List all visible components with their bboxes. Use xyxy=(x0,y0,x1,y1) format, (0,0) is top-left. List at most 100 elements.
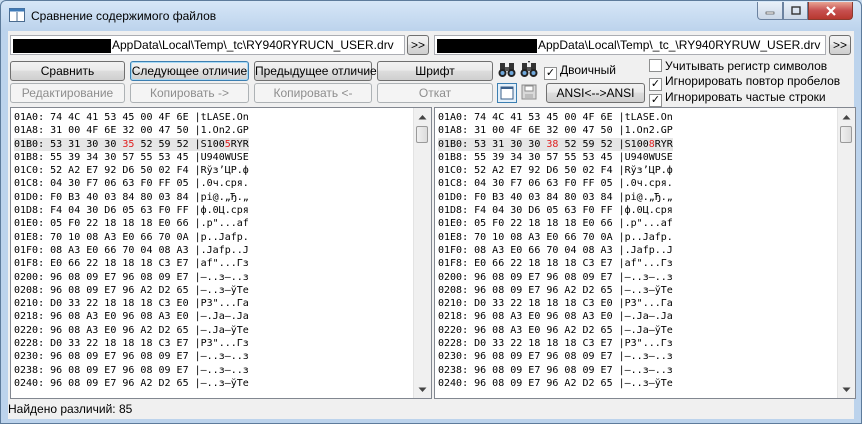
right-hex-lines: 01A0: 74 4C 41 53 45 00 4F 6E |tLASE.On 0… xyxy=(438,111,673,390)
prev-diff-button[interactable]: Предыдущее отличие xyxy=(254,61,377,81)
binary-checkbox[interactable]: ✓ Двоичный xyxy=(544,64,616,80)
hex-line: 01A0: 74 4C 41 53 45 00 4F 6E |tLASE.On xyxy=(14,112,249,123)
diff-byte: 35 xyxy=(122,138,135,150)
scroll-thumb[interactable] xyxy=(840,126,852,143)
ignore-lines-label: Игнорировать частые строки xyxy=(665,90,826,104)
case-checkbox[interactable]: Учитывать регистр символов xyxy=(649,59,827,73)
scroll-thumb[interactable] xyxy=(416,126,428,143)
close-button[interactable] xyxy=(808,2,853,20)
copy-left-button[interactable]: Копировать <- xyxy=(254,83,372,103)
view-icon xyxy=(500,86,514,100)
edit-button[interactable]: Редактирование xyxy=(10,83,125,103)
redacted-text xyxy=(437,38,537,53)
binoculars-prev-icon xyxy=(520,61,538,77)
right-path-text: AppData\Local\Temp\_tc_\RY940RYRUW_USER.… xyxy=(538,38,821,52)
hex-line: 01B0: 53 31 30 30 35 52 59 52 |S1005RYR xyxy=(14,137,249,151)
revert-button[interactable]: Откат xyxy=(377,83,493,103)
hex-line: 01E8: 70 10 08 A3 E0 66 70 0A |p..Јаfp. xyxy=(438,231,673,243)
scroll-up-icon[interactable] xyxy=(414,108,431,125)
left-path-text: AppData\Local\Temp\_tc\RY940RYRUCN_USER.… xyxy=(112,38,394,52)
case-label: Учитывать регистр символов xyxy=(665,59,828,73)
right-scrollbar[interactable] xyxy=(837,108,855,398)
diff-byte: 38 xyxy=(546,138,559,150)
hex-line: 0220: 96 08 A3 E0 96 A2 D2 65 |–.Ја–ўТe xyxy=(14,324,249,336)
maximize-icon xyxy=(790,6,801,15)
save-icon xyxy=(521,84,537,100)
left-path-field[interactable]: AppData\Local\Temp\_tc\RY940RYRUCN_USER.… xyxy=(10,35,405,55)
hex-line: 01C8: 04 30 F7 06 63 F0 FF 05 |.0ч.cря. xyxy=(14,178,249,190)
title-bar: Сравнение содержимого файлов xyxy=(1,1,861,31)
left-hex-lines: 01A0: 74 4C 41 53 45 00 4F 6E |tLASE.On 0… xyxy=(14,111,249,390)
hex-segment: 52 59 52 |S100 xyxy=(134,138,225,150)
hex-line: 0228: D0 33 22 18 18 18 C3 E7 |Р3"...Гз xyxy=(438,338,673,350)
scroll-down-icon[interactable] xyxy=(414,381,431,398)
left-browse-button[interactable]: >> xyxy=(407,35,429,55)
hex-line: 01B0: 53 31 30 30 38 52 59 52 |S1008RYR xyxy=(438,137,673,151)
hex-line: 01C0: 52 A2 E7 92 D6 50 02 F4 |Rўз’ЦР.ф xyxy=(438,165,673,177)
checkmark-icon: ✓ xyxy=(649,94,662,107)
hex-line: 01D0: F0 B3 40 03 84 80 03 84 |рі@.„Ђ.„ xyxy=(14,191,249,203)
hex-line: 0230: 96 08 09 E7 96 08 09 E7 |–..з–..з xyxy=(438,351,673,363)
hex-line: 01A8: 31 00 4F 6E 32 00 47 50 |1.On2.GP xyxy=(14,125,249,137)
right-browse-button[interactable]: >> xyxy=(829,35,851,55)
hex-line: 01D8: F4 04 30 D6 05 63 F0 FF |ф.0Ц.cря xyxy=(438,205,673,217)
hex-line: 01C8: 04 30 F7 06 63 F0 FF 05 |.0ч.cря. xyxy=(438,178,673,190)
ignore-spaces-label: Игнорировать повтор пробелов xyxy=(665,74,841,88)
right-path-field[interactable]: AppData\Local\Temp\_tc_\RY940RYRUW_USER.… xyxy=(434,35,826,55)
next-diff-button[interactable]: Следующее отличие xyxy=(130,61,249,81)
hex-line: 01F0: 08 A3 E0 66 70 04 08 A3 |.Јаfp..Ј xyxy=(438,244,673,256)
hex-line: 01F8: E0 66 22 18 18 18 C3 E7 |аf"...Гз xyxy=(438,258,673,270)
ignore-spaces-checkbox[interactable]: ✓ Игнорировать повтор пробелов xyxy=(649,75,840,91)
hex-segment: 52 59 52 |S100 xyxy=(558,138,649,150)
scroll-up-icon[interactable] xyxy=(838,108,855,125)
scroll-down-icon[interactable] xyxy=(838,381,855,398)
hex-line: 0238: 96 08 09 E7 96 08 09 E7 |–..з–..з xyxy=(14,364,249,376)
encoding-button[interactable]: ANSI<-->ANSI xyxy=(546,83,645,103)
hex-line: 01F8: E0 66 22 18 18 18 C3 E7 |аf"...Гз xyxy=(14,258,249,270)
left-scrollbar[interactable] xyxy=(413,108,431,398)
find-button[interactable] xyxy=(497,60,517,80)
checkmark-icon: ✓ xyxy=(544,67,557,80)
font-button[interactable]: Шрифт xyxy=(377,61,493,81)
hex-line: 0230: 96 08 09 E7 96 08 09 E7 |–..з–..з xyxy=(14,351,249,363)
hex-line: 01B8: 55 39 34 30 57 55 53 45 |U940WUSE xyxy=(438,151,673,163)
hex-line: 0218: 96 08 A3 E0 96 08 A3 E0 |–.Ја–.Ја xyxy=(438,311,673,323)
hex-line: 01D0: F0 B3 40 03 84 80 03 84 |рі@.„Ђ.„ xyxy=(438,191,673,203)
hex-line: 0240: 96 08 09 E7 96 A2 D2 65 |–..з–ўТe xyxy=(14,377,249,389)
view-button[interactable] xyxy=(497,83,517,103)
hex-line: 0218: 96 08 A3 E0 96 08 A3 E0 |–.Ја–.Ја xyxy=(14,311,249,323)
hex-line: 0200: 96 08 09 E7 96 08 09 E7 |–..з–..з xyxy=(438,271,673,283)
binary-label: Двоичный xyxy=(560,63,616,77)
right-hex-pane[interactable]: 01A0: 74 4C 41 53 45 00 4F 6E |tLASE.On 0… xyxy=(434,107,856,399)
redacted-text xyxy=(13,38,111,53)
ignore-lines-checkbox[interactable]: ✓ Игнорировать частые строки xyxy=(649,91,826,107)
compare-button[interactable]: Сравнить xyxy=(10,61,125,81)
minimize-button[interactable] xyxy=(757,2,783,20)
hex-line: 0200: 96 08 09 E7 96 08 09 E7 |–..з–..з xyxy=(14,271,249,283)
hex-line: 01A0: 74 4C 41 53 45 00 4F 6E |tLASE.On xyxy=(438,112,673,123)
hex-line: 0210: D0 33 22 18 18 18 C3 E0 |Р3"...Га xyxy=(438,298,673,310)
copy-right-button[interactable]: Копировать -> xyxy=(130,83,249,103)
save-button[interactable] xyxy=(520,83,540,103)
find-next-button[interactable] xyxy=(519,60,539,80)
hex-line: 01D8: F4 04 30 D6 05 63 F0 FF |ф.0Ц.cря xyxy=(14,205,249,217)
app-icon xyxy=(9,8,25,22)
status-bar: Найдено различий: 85 xyxy=(8,399,854,419)
checkmark-icon: ✓ xyxy=(649,78,662,91)
hex-line: 01E8: 70 10 08 A3 E0 66 70 0A |p..Јаfp. xyxy=(14,231,249,243)
hex-line: 0208: 96 08 09 E7 96 A2 D2 65 |–..з–ўТe xyxy=(14,284,249,296)
status-text: Найдено различий: 85 xyxy=(8,402,133,416)
hex-line: 01C0: 52 A2 E7 92 D6 50 02 F4 |Rўз’ЦР.ф xyxy=(14,165,249,177)
hex-line: 0210: D0 33 22 18 18 18 C3 E0 |Р3"...Га xyxy=(14,298,249,310)
compare-window: Сравнение содержимого файлов AppData\Loc… xyxy=(0,0,862,424)
left-hex-pane[interactable]: 01A0: 74 4C 41 53 45 00 4F 6E |tLASE.On 0… xyxy=(10,107,432,399)
hex-segment: 01B0: 53 31 30 30 xyxy=(14,138,123,150)
hex-segment: 01B0: 53 31 30 30 xyxy=(438,138,547,150)
hex-line: 0228: D0 33 22 18 18 18 C3 E7 |Р3"...Гз xyxy=(14,338,249,350)
client-area: AppData\Local\Temp\_tc\RY940RYRUCN_USER.… xyxy=(8,31,856,419)
maximize-button[interactable] xyxy=(783,2,808,20)
hex-line: 01F0: 08 A3 E0 66 70 04 08 A3 |.Јаfp..Ј xyxy=(14,244,249,256)
hex-line: 01E0: 05 F0 22 18 18 18 E0 66 |.р"...аf xyxy=(438,218,673,230)
hex-line: 01A8: 31 00 4F 6E 32 00 47 50 |1.On2.GP xyxy=(438,125,673,137)
hex-segment: RYR xyxy=(654,138,673,150)
